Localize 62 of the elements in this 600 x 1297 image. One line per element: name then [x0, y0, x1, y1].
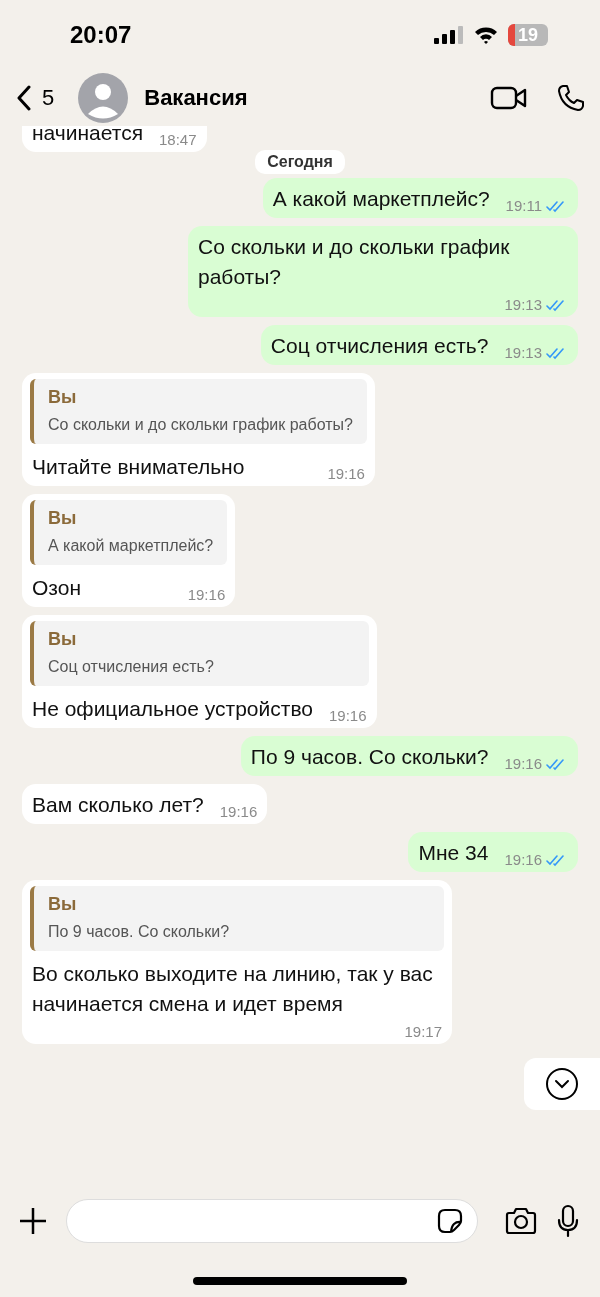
- message-text: Читайте внимательно: [32, 454, 245, 480]
- chevron-down-icon: [545, 1067, 579, 1101]
- signal-icon: [434, 26, 464, 44]
- quote-author: Вы: [48, 508, 78, 529]
- quote-text: По 9 часов. Со скольки?: [48, 923, 231, 941]
- message-bubble[interactable]: Вы Со скольки и до скольки график работы? Читайте внимательно 19:16: [22, 373, 375, 486]
- scroll-down-button[interactable]: [524, 1058, 600, 1110]
- battery-icon: 19: [508, 24, 548, 46]
- message-input-field[interactable]: [66, 1199, 478, 1243]
- message-time: 19:16: [504, 755, 542, 772]
- back-chevron-icon: [16, 85, 32, 111]
- message-bubble[interactable]: Вы Соц отчисления есть? Не официальное устройство 19:16: [22, 615, 377, 728]
- message-text: Соц отчисления есть?: [270, 333, 489, 359]
- message-text: Со скольки и до скольки график работы?: [198, 234, 511, 290]
- message-text: начинается: [32, 126, 143, 146]
- message-bubble[interactable]: Вы По 9 часов. Со скольки? Во сколько выходите на линию, так у вас начинается смена и идет время 19:17: [22, 880, 452, 1044]
- sticker-icon[interactable]: [437, 1208, 463, 1234]
- message-time: 19:16: [219, 803, 258, 820]
- message-text: Не официальное устройство: [32, 696, 313, 722]
- message-bubble[interactable]: Вы А какой маркетплейс? Озон 19:16: [22, 494, 236, 607]
- message-bubble[interactable]: Вам сколько лет? 19:16: [22, 784, 268, 824]
- message-time: 19:11: [505, 197, 542, 214]
- message-time: 19:13: [504, 344, 542, 361]
- quote-author: Вы: [48, 629, 78, 650]
- quoted-message[interactable]: Вы Соц отчисления есть?: [30, 621, 369, 686]
- contact-name[interactable]: Вакансия: [144, 85, 462, 111]
- camera-icon[interactable]: [504, 1207, 538, 1235]
- quoted-message[interactable]: Вы А какой маркетплейс?: [30, 500, 228, 565]
- message-text: Озон: [32, 575, 81, 601]
- message-bubble[interactable]: А какой маркетплейс? 19:11: [262, 178, 578, 218]
- message-time: 19:13: [504, 296, 542, 313]
- date-label: Сегодня: [255, 150, 345, 174]
- message-time: 19:16: [329, 707, 367, 724]
- quoted-message[interactable]: Вы По 9 часов. Со скольки?: [30, 886, 444, 951]
- phone-icon[interactable]: [556, 83, 586, 113]
- message-time: 19:16: [504, 851, 542, 868]
- message-time: 19:16: [187, 586, 226, 603]
- message-bubble[interactable]: По 9 часов. Со скольки? 19:16: [240, 736, 578, 776]
- microphone-icon[interactable]: [556, 1204, 580, 1238]
- quote-text: Со скольки и до скольки график работы?: [48, 416, 353, 434]
- message-text: А какой маркетплейс?: [272, 186, 490, 212]
- message-bubble[interactable]: Соц отчисления есть? 19:13: [260, 325, 578, 365]
- message-text: По 9 часов. Со скольки?: [250, 744, 489, 770]
- message-bubble[interactable]: Мне 34 19:16: [408, 832, 578, 872]
- status-time: 20:07: [70, 21, 132, 49]
- message-text: Во сколько выходите на линию, так у вас начинается смена и идет время: [32, 961, 434, 1017]
- quote-text: А какой маркетплейс?: [48, 537, 214, 555]
- quote-author: Вы: [48, 894, 78, 915]
- wifi-icon: [474, 26, 498, 44]
- quote-text: Соц отчисления есть?: [48, 658, 215, 676]
- message-time: 19:17: [404, 1023, 442, 1040]
- video-call-icon[interactable]: [490, 85, 528, 111]
- message-time: 18:47: [159, 131, 197, 148]
- quote-author: Вы: [48, 387, 78, 408]
- plus-icon[interactable]: [18, 1206, 48, 1236]
- message-time: 19:16: [327, 465, 365, 482]
- message-bubble[interactable]: Со скольки и до скольки график работы? 19:13: [188, 226, 578, 317]
- message-bubble[interactable]: начинается 18:47: [22, 126, 207, 152]
- quoted-message[interactable]: Вы Со скольки и до скольки график работы?: [30, 379, 367, 444]
- message-text: Мне 34: [418, 840, 489, 866]
- back-button[interactable]: 5: [16, 85, 55, 111]
- message-text: Вам сколько лет?: [32, 792, 204, 818]
